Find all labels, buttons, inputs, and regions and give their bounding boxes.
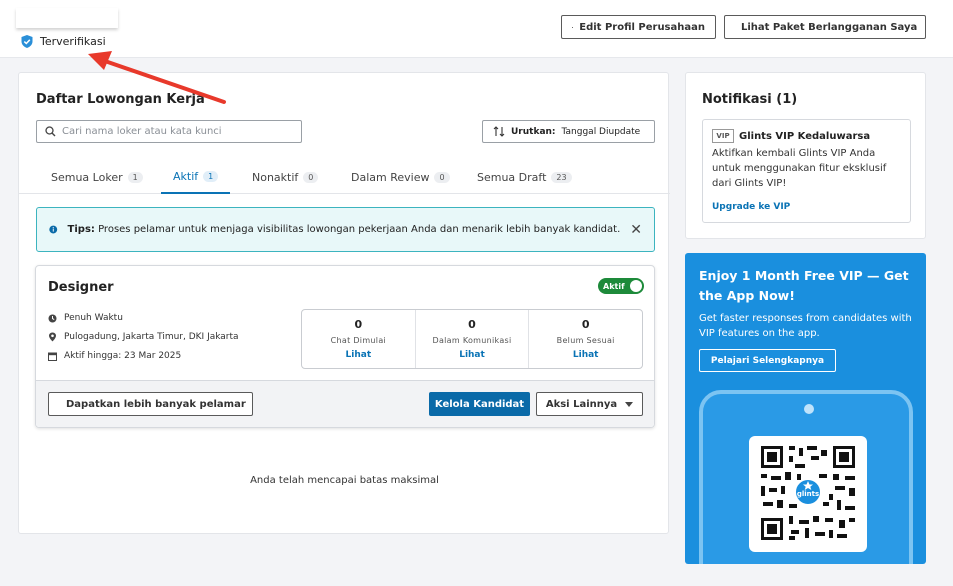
stat-view-link[interactable]: Lihat bbox=[529, 350, 642, 360]
tab-label: Dalam Review bbox=[351, 171, 430, 184]
sort-label: Urutkan: bbox=[511, 126, 556, 137]
notification-item: VIP Glints VIP Kedaluwarsa Aktifkan kemb… bbox=[702, 119, 911, 223]
shield-check-icon bbox=[21, 35, 33, 48]
app-promo-banner: Enjoy 1 Month Free VIP — Get the App Now… bbox=[685, 253, 926, 564]
job-location: Pulogadung, Jakarta Timur, DKI Jakarta bbox=[48, 332, 239, 342]
job-active-until: Aktif hingga: 23 Mar 2025 bbox=[48, 351, 181, 361]
stat-value: 0 bbox=[354, 318, 363, 331]
top-bar: Terverifikasi Edit Profil Perusahaan Lih… bbox=[0, 0, 953, 58]
get-more-applicants-button[interactable]: Dapatkan lebih banyak pelamar bbox=[48, 392, 253, 416]
job-title[interactable]: Designer bbox=[48, 280, 114, 295]
tips-label: Tips: bbox=[67, 224, 95, 235]
page-title: Daftar Lowongan Kerja bbox=[36, 92, 205, 107]
get-more-applicants-label: Dapatkan lebih banyak pelamar bbox=[66, 398, 246, 410]
stat-chat-started: 0 Chat Dimulai Lihat bbox=[302, 310, 415, 368]
tab-count: 1 bbox=[203, 171, 219, 182]
tab-count: 0 bbox=[303, 172, 319, 183]
qr-code: glints bbox=[749, 436, 867, 552]
notification-body: Aktifkan kembali Glints VIP Anda untuk m… bbox=[712, 148, 887, 189]
tab-in-review[interactable]: Dalam Review 0 bbox=[351, 161, 450, 194]
clock-icon bbox=[48, 314, 57, 322]
info-icon bbox=[49, 225, 58, 234]
notification-header: VIP Glints VIP Kedaluwarsa bbox=[712, 129, 870, 143]
promo-text: Get faster responses from candidates wit… bbox=[699, 313, 912, 339]
tab-count: 0 bbox=[434, 172, 450, 183]
job-active-until-text: Aktif hingga: 23 Mar 2025 bbox=[64, 351, 182, 361]
edit-company-profile-button[interactable]: Edit Profil Perusahaan bbox=[561, 15, 716, 39]
tab-label: Semua Loker bbox=[51, 171, 123, 184]
close-icon[interactable]: ✕ bbox=[630, 222, 642, 238]
stat-value: 0 bbox=[581, 318, 590, 331]
stat-label: Dalam Komunikasi bbox=[432, 336, 512, 345]
calendar-icon bbox=[48, 352, 57, 361]
search-input[interactable]: Cari nama loker atau kata kunci bbox=[36, 120, 302, 143]
tab-label: Aktif bbox=[173, 170, 199, 183]
job-type-text: Penuh Waktu bbox=[64, 313, 123, 323]
view-subscription-button[interactable]: Lihat Paket Berlangganan Saya bbox=[724, 15, 926, 39]
notifications-title: Notifikasi (1) bbox=[702, 92, 798, 107]
promo-heading: Enjoy 1 Month Free VIP — Get the App Now… bbox=[699, 268, 909, 303]
caret-down-icon bbox=[625, 401, 634, 407]
stat-value: 0 bbox=[468, 318, 476, 331]
upgrade-vip-link[interactable]: Upgrade ke VIP bbox=[712, 202, 790, 212]
company-logo-placeholder bbox=[16, 8, 118, 28]
job-list-panel: Daftar Lowongan Kerja Cari nama loker at… bbox=[18, 72, 670, 534]
status-label: Aktif bbox=[603, 281, 625, 291]
tab-count: 1 bbox=[127, 172, 143, 183]
verified-badge: Terverifikasi bbox=[20, 34, 106, 49]
location-pin-icon bbox=[49, 332, 56, 342]
learn-more-button[interactable]: Pelajari Selengkapnya bbox=[699, 349, 836, 372]
stat-label: Chat Dimulai bbox=[330, 336, 387, 345]
job-card: Designer Aktif Penuh Waktu Pulogadung, J… bbox=[35, 265, 655, 428]
phone-camera bbox=[804, 404, 814, 414]
stat-label: Belum Sesuai bbox=[556, 336, 615, 345]
tab-count: 23 bbox=[551, 172, 572, 183]
tab-label: Nonaktif bbox=[252, 171, 299, 184]
manage-candidates-button[interactable]: Kelola Kandidat bbox=[429, 392, 530, 416]
stat-view-link[interactable]: Lihat bbox=[302, 350, 415, 360]
notifications-panel: Notifikasi (1) VIP Glints VIP Kedaluwars… bbox=[685, 72, 926, 239]
active-status-toggle[interactable]: Aktif bbox=[598, 278, 644, 294]
id-card-icon bbox=[572, 26, 574, 28]
other-actions-label: Aksi Lainnya bbox=[545, 398, 618, 410]
search-icon bbox=[45, 126, 56, 137]
phone-illustration: glints bbox=[699, 390, 913, 564]
job-status-tabs: Semua Loker 1 Aktif 1 Nonaktif 0 Dalam Revi… bbox=[19, 161, 670, 194]
limit-message: Anda telah mencapai batas maksimal bbox=[250, 475, 439, 486]
qr-code-graphic: glints bbox=[761, 446, 855, 540]
stat-not-suitable: 0 Belum Sesuai Lihat bbox=[528, 310, 642, 368]
stat-view-link[interactable]: Lihat bbox=[416, 350, 529, 360]
notification-title: Glints VIP Kedaluwarsa bbox=[739, 130, 871, 142]
tab-active[interactable]: Aktif 1 bbox=[161, 161, 231, 194]
toggle-knob bbox=[630, 280, 642, 292]
tab-label: Semua Draft bbox=[477, 171, 547, 184]
view-subscription-label: Lihat Paket Berlangganan Saya bbox=[741, 21, 918, 33]
vip-icon: VIP bbox=[712, 129, 734, 143]
tab-inactive[interactable]: Nonaktif 0 bbox=[252, 161, 319, 194]
tab-all-jobs[interactable]: Semua Loker 1 bbox=[51, 161, 143, 194]
qr-logo-text: glints bbox=[797, 490, 819, 498]
edit-company-profile-label: Edit Profil Perusahaan bbox=[579, 21, 705, 33]
sort-arrows-icon bbox=[493, 126, 505, 137]
other-actions-dropdown[interactable]: Aksi Lainnya bbox=[536, 392, 643, 416]
stat-in-communication: 0 Dalam Komunikasi Lihat bbox=[414, 310, 529, 368]
tips-banner: Tips: Proses pelamar untuk menjaga visib… bbox=[36, 207, 655, 252]
verified-label: Terverifikasi bbox=[40, 35, 106, 48]
sort-dropdown[interactable]: Urutkan: Tanggal Diupdate bbox=[482, 120, 655, 143]
tips-text: Proses pelamar untuk menjaga visibilitas… bbox=[98, 224, 621, 235]
job-location-text: Pulogadung, Jakarta Timur, DKI Jakarta bbox=[64, 332, 239, 342]
job-stats: 0 Chat Dimulai Lihat 0 Dalam Komunikasi … bbox=[301, 309, 643, 369]
job-type: Penuh Waktu bbox=[48, 313, 123, 323]
sort-value: Tanggal Diupdate bbox=[561, 126, 641, 137]
tab-all-drafts[interactable]: Semua Draft 23 bbox=[477, 161, 572, 194]
search-placeholder: Cari nama loker atau kata kunci bbox=[62, 126, 222, 137]
job-card-footer: Dapatkan lebih banyak pelamar Kelola Kan… bbox=[36, 380, 654, 427]
